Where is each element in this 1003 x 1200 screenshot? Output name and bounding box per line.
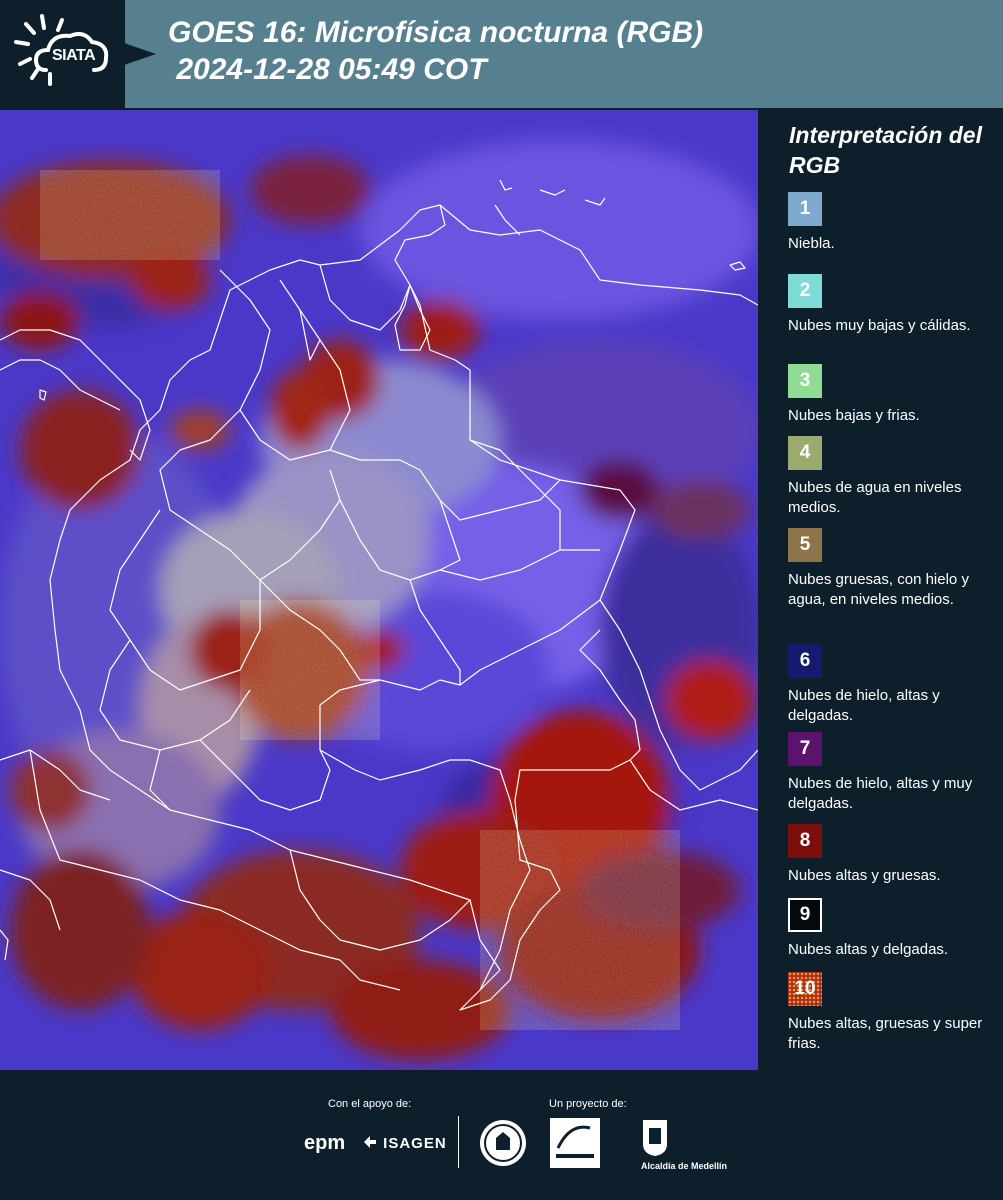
legend-item-3: 3 Nubes bajas y frias.: [788, 364, 998, 426]
legend-label-5: Nubes gruesas, con hielo y agua, en nive…: [788, 571, 969, 608]
legend-item-6: 6 Nubes de hielo, altas y delgadas.: [788, 644, 998, 726]
satellite-map: [0, 110, 758, 1070]
isagen-logo: ISAGEN: [362, 1134, 447, 1152]
legend-swatch-3: 3: [788, 364, 822, 398]
legend-swatch-6: 6: [788, 644, 822, 678]
legend-swatch-8: 8: [788, 824, 822, 858]
project-label: Un proyecto de:: [549, 1098, 627, 1110]
rgb-legend-panel: Interpretación del RGB 1 Niebla. 2 Nubes mu…: [760, 108, 1003, 1070]
siata-logo-text: SIATA: [52, 47, 96, 64]
legend-title: Interpretación del RGB: [789, 122, 982, 178]
legend-label-2: Nubes muy bajas y cálidas.: [788, 317, 971, 334]
legend-item-5: 5 Nubes gruesas, con hielo y agua, en niv…: [788, 528, 998, 610]
isagen-logo-text: ISAGEN: [383, 1135, 447, 1152]
legend-item-7: 7 Nubes de hielo, altas y muy delgadas.: [788, 732, 998, 814]
title-line-datetime: 2024-12-28 05:49 COT: [168, 53, 487, 86]
legend-label-10: Nubes altas, gruesas y super frias.: [788, 1015, 983, 1052]
area-metropolitana-logo-icon: [550, 1118, 600, 1168]
epm-logo: epm: [304, 1132, 346, 1154]
header-bar: SIATA GOES 16: Microfísica nocturna (RGB…: [0, 0, 1003, 108]
legend-swatch-1: 1: [788, 192, 822, 226]
legend-label-1: Niebla.: [788, 235, 835, 252]
legend-label-7: Nubes de hielo, altas y muy delgadas.: [788, 775, 973, 812]
legend-swatch-7: 7: [788, 732, 822, 766]
title-line-product: GOES 16: Microfísica nocturna (RGB): [168, 16, 704, 49]
legend-swatch-4: 4: [788, 436, 822, 470]
page-title: GOES 16: Microfísica nocturna (RGB) 2024…: [168, 14, 703, 88]
legend-swatch-9: 9: [788, 898, 822, 932]
legend-label-9: Nubes altas y delgadas.: [788, 941, 949, 958]
legend-swatch-2: 2: [788, 274, 822, 308]
footer-divider: [458, 1116, 459, 1168]
legend-swatch-10: 10: [788, 972, 822, 1006]
alcaldia-shield-icon: [643, 1120, 667, 1156]
legend-label-4: Nubes de agua en niveles medios.: [788, 479, 962, 516]
rgb-satellite-image: [0, 110, 758, 1070]
legend-item-9: 9 Nubes altas y delgadas.: [788, 898, 998, 960]
footer-sponsors: Con el apoyo de: epm ISAGEN Un proyecto …: [0, 1070, 1003, 1200]
siata-logo: SIATA: [0, 0, 125, 108]
legend-item-8: 8 Nubes altas y gruesas.: [788, 824, 998, 886]
legend-item-4: 4 Nubes de agua en niveles medios.: [788, 436, 998, 518]
isagen-arrows-icon: [364, 1136, 376, 1148]
legend-label-3: Nubes bajas y frias.: [788, 407, 920, 424]
legend-item-2: 2 Nubes muy bajas y cálidas.: [788, 274, 998, 336]
medellin-seal-icon: [480, 1120, 526, 1166]
legend-item-1: 1 Niebla.: [788, 192, 998, 254]
legend-label-6: Nubes de hielo, altas y delgadas.: [788, 687, 940, 724]
legend-swatch-5: 5: [788, 528, 822, 562]
support-label: Con el apoyo de:: [328, 1098, 412, 1110]
legend-label-8: Nubes altas y gruesas.: [788, 867, 941, 884]
alcaldia-label: Alcaldía de Medellín: [641, 1161, 728, 1171]
legend-item-10: 10 Nubes altas, gruesas y super frias.: [788, 972, 998, 1054]
